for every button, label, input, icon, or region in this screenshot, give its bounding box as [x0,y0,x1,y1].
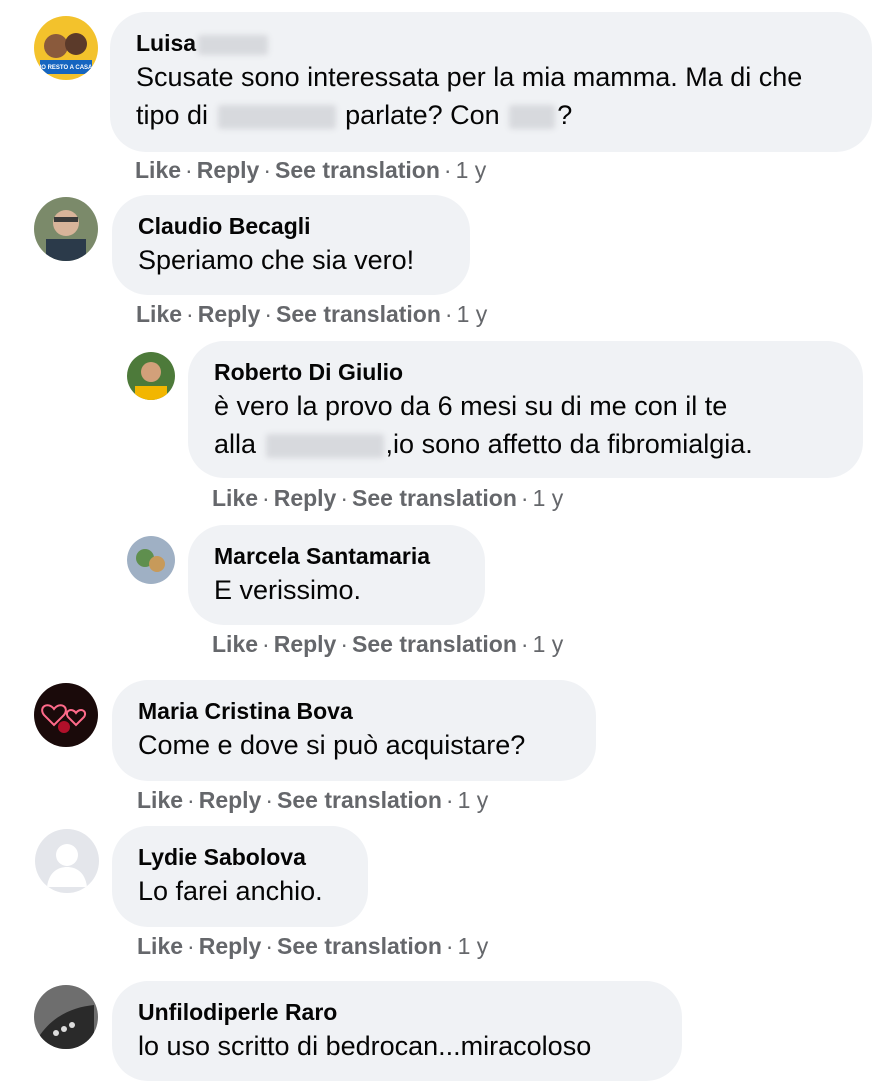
reply-button[interactable]: Reply [199,787,262,813]
timestamp[interactable]: 1 y [458,933,489,959]
comment-bubble: Lydie Sabolova Lo farei anchio. [112,826,368,927]
avatar[interactable] [34,197,98,261]
blurred-word [217,104,336,129]
comment-bubble: Unfilodiperle Raro lo uso scritto di bed… [112,981,682,1081]
comment-author[interactable]: Luisa [136,12,846,58]
like-button[interactable]: Like [212,631,258,657]
see-translation-link[interactable]: See translation [352,485,517,511]
timestamp[interactable]: 1 y [456,157,487,183]
comment-author[interactable]: Claudio Becagli [138,195,444,241]
avatar[interactable] [127,352,175,400]
comment-bubble: Maria Cristina Bova Come e dove si può a… [112,680,596,781]
default-user-icon [35,829,99,893]
like-button[interactable]: Like [136,301,182,327]
comment-text: lo uso scritto di bedrocan...miracoloso [138,1031,592,1061]
comment-text: Lo farei anchio. [138,876,323,906]
comment-text: Speriamo che sia vero! [138,245,415,275]
user-photo-icon: IO RESTO A CASA [34,16,98,80]
like-button[interactable]: Like [137,933,183,959]
avatar[interactable]: IO RESTO A CASA [34,16,98,80]
comment-actions: Like · Reply · See translation · 1 y [212,485,564,511]
blurred-word [509,104,556,129]
reply-button[interactable]: Reply [274,485,337,511]
reply-button[interactable]: Reply [199,933,262,959]
blurred-word [265,433,384,458]
comment-bubble: Roberto Di Giulio è vero la provo da 6 m… [188,341,863,478]
comment-author[interactable]: Lydie Sabolova [138,826,342,872]
avatar[interactable] [34,683,98,747]
user-photo-icon [127,536,175,584]
comment-author[interactable]: Unfilodiperle Raro [138,981,656,1027]
comment-actions: Like · Reply · See translation · 1 y [212,631,564,657]
reply-button[interactable]: Reply [274,631,337,657]
comment-author[interactable]: Marcela Santamaria [214,525,459,571]
see-translation-link[interactable]: See translation [352,631,517,657]
timestamp[interactable]: 1 y [457,301,488,327]
comment-author[interactable]: Maria Cristina Bova [138,680,570,726]
avatar[interactable] [127,536,175,584]
like-button[interactable]: Like [137,787,183,813]
comment-actions: Like · Reply · See translation · 1 y [137,787,489,813]
svg-text:IO RESTO A CASA: IO RESTO A CASA [40,65,93,71]
comment-actions: Like · Reply · See translation · 1 y [135,157,487,183]
comment-bubble: Claudio Becagli Speriamo che sia vero! [112,195,470,295]
like-button[interactable]: Like [135,157,181,183]
reply-button[interactable]: Reply [198,301,261,327]
reply-button[interactable]: Reply [197,157,260,183]
comment-text: E verissimo. [214,575,362,605]
comment-text: Come e dove si può acquistare? [138,730,526,760]
see-translation-link[interactable]: See translation [277,933,442,959]
comment-bubble: Luisa Scusate sono interessata per la mi… [110,12,872,152]
see-translation-link[interactable]: See translation [276,301,441,327]
comment-text: è vero la provo da 6 mesi su di me con i… [214,391,753,459]
comment-actions: Like · Reply · See translation · 1 y [136,301,488,327]
timestamp[interactable]: 1 y [533,485,564,511]
avatar[interactable] [34,985,98,1049]
timestamp[interactable]: 1 y [458,787,489,813]
see-translation-link[interactable]: See translation [277,787,442,813]
comment-text: Scusate sono interessata per la mia mamm… [136,62,803,130]
user-photo-icon [34,683,98,747]
avatar[interactable] [35,829,99,893]
see-translation-link[interactable]: See translation [275,157,440,183]
user-photo-icon [127,352,175,400]
comment-actions: Like · Reply · See translation · 1 y [137,933,489,959]
timestamp[interactable]: 1 y [533,631,564,657]
comment-bubble: Marcela Santamaria E verissimo. [188,525,485,625]
user-photo-icon [34,197,98,261]
comment-author[interactable]: Roberto Di Giulio [214,341,837,387]
like-button[interactable]: Like [212,485,258,511]
user-photo-icon [34,985,98,1049]
